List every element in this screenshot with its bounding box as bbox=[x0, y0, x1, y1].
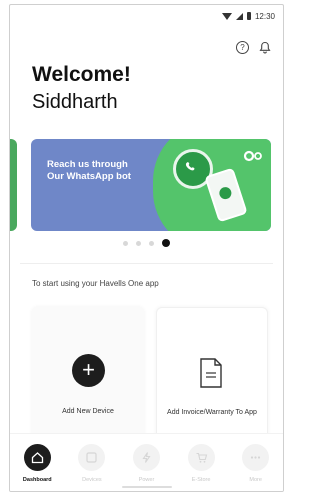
phone-screen: 12:30 ? Welcome! Siddharth Reach us thro… bbox=[9, 4, 284, 492]
phone-whatsapp-icon bbox=[217, 185, 233, 201]
nav-devices[interactable]: Devices bbox=[67, 444, 117, 483]
carousel-dot[interactable] bbox=[123, 240, 128, 246]
banner-text: Reach us through Our WhatsApp bot bbox=[47, 159, 131, 182]
welcome-heading: Welcome! bbox=[32, 63, 131, 86]
add-device-label: Add New Device bbox=[62, 408, 114, 415]
plus-icon: + bbox=[72, 354, 105, 387]
cart-icon bbox=[187, 444, 215, 471]
nav-label: Power bbox=[138, 477, 155, 483]
status-time: 12:30 bbox=[254, 11, 275, 21]
signal-icon bbox=[235, 12, 243, 20]
battery-icon bbox=[246, 12, 251, 20]
bottom-navigation: Dashboard Devices Power E-Store More bbox=[10, 433, 283, 491]
nav-label: Devices bbox=[82, 477, 102, 483]
power-icon bbox=[132, 444, 160, 471]
user-name: Siddharth bbox=[32, 91, 118, 113]
whatsapp-banner[interactable]: Reach us through Our WhatsApp bot bbox=[31, 139, 271, 231]
nav-estore[interactable]: E-Store bbox=[176, 444, 226, 483]
nav-more[interactable]: More bbox=[231, 444, 281, 483]
carousel-dot-active[interactable] bbox=[162, 239, 170, 247]
nav-dashboard[interactable]: Dashboard bbox=[12, 444, 62, 483]
bell-icon[interactable] bbox=[259, 41, 271, 54]
more-icon bbox=[242, 444, 270, 471]
intro-text: To start using your Havells One app bbox=[32, 279, 159, 288]
divider bbox=[20, 263, 273, 264]
wifi-icon bbox=[221, 12, 232, 20]
carousel-indicator bbox=[10, 239, 283, 247]
carousel-previous-slide[interactable] bbox=[10, 139, 17, 231]
status-bar: 12:30 bbox=[221, 9, 275, 23]
nav-power[interactable]: Power bbox=[121, 444, 171, 483]
home-indicator bbox=[122, 486, 172, 488]
help-icon[interactable]: ? bbox=[236, 41, 249, 54]
home-icon bbox=[23, 444, 51, 471]
top-actions: ? bbox=[236, 41, 271, 54]
document-icon bbox=[199, 358, 223, 393]
carousel-dot[interactable] bbox=[149, 240, 154, 246]
add-invoice-card[interactable]: Add Invoice/Warranty To App bbox=[156, 307, 268, 447]
nav-label: More bbox=[249, 477, 262, 483]
nav-label: E-Store bbox=[191, 477, 211, 483]
nav-label: Dashboard bbox=[22, 477, 52, 483]
add-invoice-label: Add Invoice/Warranty To App bbox=[167, 409, 257, 416]
carousel-dot[interactable] bbox=[136, 240, 141, 246]
devices-icon bbox=[78, 444, 106, 471]
gear-icon bbox=[243, 149, 263, 167]
add-device-card[interactable]: + Add New Device bbox=[32, 307, 144, 447]
